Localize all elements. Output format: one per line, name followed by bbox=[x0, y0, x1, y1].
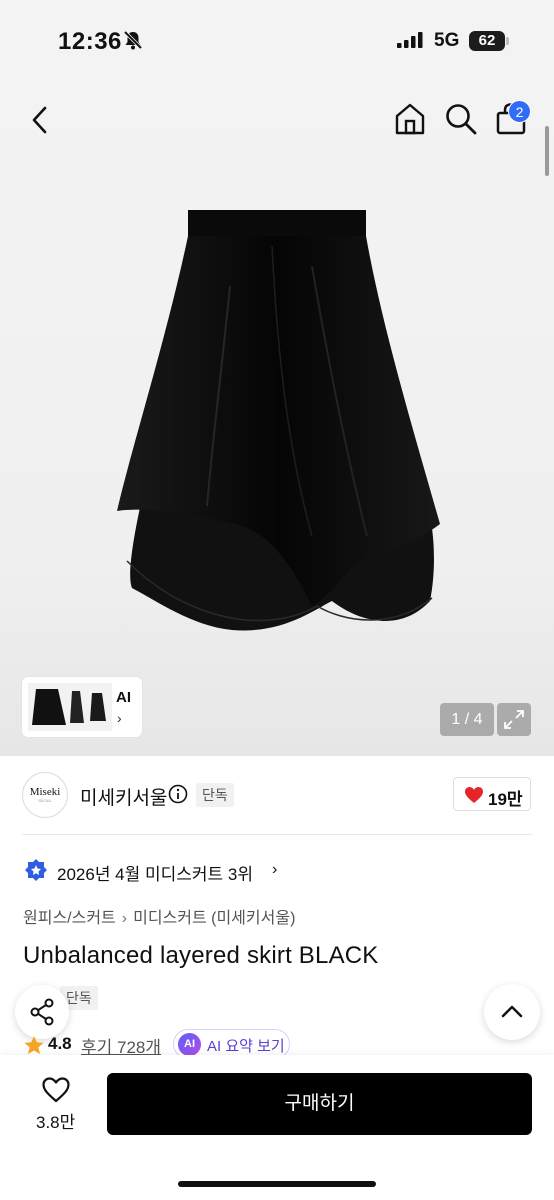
ai-summary-label: AI 요약 보기 bbox=[207, 1038, 285, 1055]
product-title: Unbalanced layered skirt BLACK bbox=[23, 942, 379, 969]
breadcrumb-item-subcategory[interactable]: 미디스커트 (미세키서울) bbox=[133, 910, 295, 927]
status-bar: 12:36 5G 62 bbox=[0, 0, 554, 86]
exclusive-badge: 단독 bbox=[196, 783, 234, 807]
heart-icon bbox=[465, 787, 483, 803]
home-icon[interactable] bbox=[392, 101, 428, 137]
battery-tip bbox=[506, 37, 509, 45]
rank-badge-icon bbox=[25, 859, 47, 881]
divider bbox=[22, 834, 532, 835]
ranking-chevron[interactable]: › bbox=[272, 861, 277, 879]
chevron-up-icon bbox=[501, 1005, 523, 1018]
back-icon[interactable] bbox=[26, 104, 54, 136]
thumbnail-ai-label[interactable]: AI bbox=[116, 689, 131, 706]
brand-logo-subtext: SEOUL bbox=[38, 798, 52, 803]
heart-icon[interactable] bbox=[41, 1076, 71, 1104]
scrollbar[interactable] bbox=[545, 126, 549, 176]
network-type: 5G bbox=[434, 30, 460, 51]
product-rating: 4.8 bbox=[48, 1034, 72, 1053]
scroll-top-button[interactable] bbox=[484, 984, 540, 1040]
breadcrumb-separator: › bbox=[121, 910, 128, 927]
wish-count: 3.8만 bbox=[36, 1113, 76, 1132]
breadcrumb-item-category[interactable]: 원피스/스커트 bbox=[23, 910, 116, 927]
star-icon bbox=[24, 1036, 44, 1054]
expand-button[interactable] bbox=[497, 703, 531, 736]
info-icon[interactable] bbox=[168, 784, 188, 804]
brand-logo[interactable]: Miseki SEOUL bbox=[22, 772, 68, 818]
cart-count-badge: 2 bbox=[508, 100, 531, 123]
ranking-link[interactable]: 2026년 4월 미디스커트 3위 bbox=[57, 860, 253, 885]
thumbnail-chevron[interactable]: › bbox=[117, 710, 122, 726]
thumbnail-strip[interactable] bbox=[22, 677, 142, 737]
battery-level: 62 bbox=[469, 31, 505, 51]
share-button[interactable] bbox=[15, 985, 69, 1039]
signal-icon bbox=[397, 32, 423, 48]
bell-off-icon bbox=[123, 30, 143, 50]
thumbnail-image[interactable] bbox=[28, 683, 112, 731]
product-image bbox=[117, 210, 440, 631]
brand-like-button[interactable]: 19만 bbox=[453, 777, 531, 811]
brand-name[interactable]: 미세키서울 bbox=[80, 783, 167, 810]
expand-icon bbox=[504, 710, 524, 729]
status-time: 12:36 bbox=[58, 28, 122, 55]
breadcrumb: 원피스/스커트 › 미디스커트 (미세키서울) bbox=[23, 904, 295, 928]
home-indicator[interactable] bbox=[178, 1181, 376, 1187]
buy-button[interactable]: 구매하기 bbox=[107, 1073, 532, 1135]
share-icon bbox=[30, 998, 54, 1026]
search-icon[interactable] bbox=[444, 102, 478, 136]
ai-badge: AI bbox=[178, 1033, 201, 1056]
brand-like-count: 19만 bbox=[488, 790, 523, 809]
image-pager: 1 / 4 bbox=[440, 703, 494, 736]
brand-logo-text: Miseki bbox=[29, 786, 61, 798]
